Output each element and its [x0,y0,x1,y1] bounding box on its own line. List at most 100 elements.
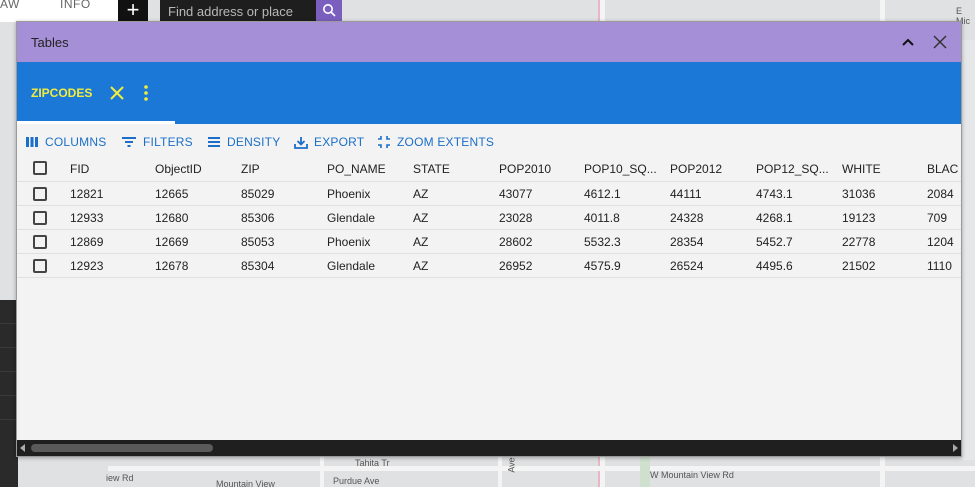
plus-icon: + [126,0,140,22]
table-row[interactable]: 12923 12678 85304 Glendale AZ 26952 4575… [17,254,961,278]
density-label: DENSITY [227,135,281,149]
scroll-right-arrow-icon[interactable] [953,444,958,452]
column-header-pop12-sqmi[interactable]: POP12_SQ... [756,156,836,182]
cell-po-name: Glendale [327,211,376,225]
table-row[interactable]: 12821 12665 85029 Phoenix AZ 43077 4612.… [17,182,961,206]
column-header-po-name[interactable]: PO_NAME [327,156,407,182]
cell-pop2010: 43077 [499,187,533,201]
filters-button[interactable]: FILTERS [121,134,193,150]
cell-pop2012: 28354 [670,235,704,249]
cell-state: AZ [413,235,429,249]
close-window-button[interactable] [931,33,949,51]
cell-white: 21502 [842,259,876,273]
column-header-objectid[interactable]: ObjectID [155,156,235,182]
search-input[interactable]: Find address or place [160,0,316,22]
cell-zip: 85053 [241,235,275,249]
close-tab-button[interactable] [109,85,125,101]
search-button[interactable] [316,0,342,22]
columns-label: COLUMNS [45,135,107,149]
cell-objectid: 12669 [155,235,189,249]
table-toolbar: COLUMNS FILTERS DENSITY EXPORT ZOOM EXTE… [17,124,961,156]
cell-pop12-sqmi: 4495.6 [756,259,793,273]
cell-pop10-sqmi: 5532.3 [584,235,621,249]
window-title-bar[interactable]: Tables [17,22,961,62]
cell-state: AZ [413,259,429,273]
zoom-extents-icon [378,136,390,148]
cell-fid: 12869 [70,235,104,249]
cell-po-name: Phoenix [327,187,371,201]
map-label: Purdue Ave [333,476,380,486]
table-row[interactable]: 12933 12680 85306 Glendale AZ 23028 4011… [17,206,961,230]
export-button[interactable]: EXPORT [294,134,364,150]
tab-info[interactable]: INFO [60,0,91,11]
zoom-extents-button[interactable]: ZOOM EXTENTS [377,134,494,150]
close-icon [933,35,947,49]
cell-white: 22778 [842,235,876,249]
column-header-white[interactable]: WHITE [842,156,922,182]
filters-label: FILTERS [143,135,193,149]
cell-zip: 85029 [241,187,275,201]
density-icon [208,137,220,147]
tab-label: ZIPCODES [31,86,93,100]
cell-pop2012: 26524 [670,259,704,273]
cell-white: 19123 [842,211,876,225]
columns-icon [26,137,38,147]
cell-white: 31036 [842,187,876,201]
columns-button[interactable]: COLUMNS [25,134,106,150]
scrollbar-thumb[interactable] [31,444,213,452]
cell-pop10-sqmi: 4612.1 [584,187,621,201]
cell-pop10-sqmi: 4011.8 [584,211,620,225]
row-checkbox[interactable] [33,211,47,225]
cell-fid: 12933 [70,211,104,225]
cell-objectid: 12680 [155,211,189,225]
column-header-pop2010[interactable]: POP2010 [499,156,579,182]
download-icon [294,136,308,149]
cell-zip: 85306 [241,211,275,225]
cell-pop12-sqmi: 5452.7 [756,235,793,249]
tab-options-button[interactable] [141,84,151,102]
cell-pop2010: 26952 [499,259,533,273]
density-button[interactable]: DENSITY [207,134,280,150]
column-header-zip[interactable]: ZIP [241,156,321,182]
tab-draw[interactable]: AW [0,0,20,11]
column-header-pop2012[interactable]: POP2012 [670,156,750,182]
row-checkbox[interactable] [33,259,47,273]
column-header-pop10-sqmi[interactable]: POP10_SQ... [584,156,664,182]
close-icon [110,86,124,100]
cell-zip: 85304 [241,259,275,273]
cell-fid: 12821 [70,187,104,201]
column-header-state[interactable]: STATE [413,156,493,182]
map-label: W Mountain View Rd [650,470,734,480]
table-tab-bar: ZIPCODES [17,62,961,124]
map-label: iew Rd [106,473,134,483]
collapse-button[interactable] [899,33,917,51]
tab-zipcodes[interactable]: ZIPCODES [17,62,175,124]
table-header-row: FID ObjectID ZIP PO_NAME STATE POP2010 P… [17,156,961,182]
cell-objectid: 12665 [155,187,189,201]
cell-black: 709 [927,211,948,225]
horizontal-scrollbar[interactable] [17,440,961,456]
cell-pop2012: 44111 [670,187,702,201]
map-label: Tahita Tr [355,458,390,468]
select-all-checkbox[interactable] [33,161,47,175]
export-label: EXPORT [314,135,365,149]
cell-pop12-sqmi: 4268.1 [756,211,793,225]
row-checkbox[interactable] [33,235,47,249]
add-button[interactable]: + [118,0,148,22]
cell-state: AZ [413,211,429,225]
scroll-left-arrow-icon[interactable] [20,444,25,452]
cell-black: 1204 [927,235,954,249]
cell-black: 2084 [927,187,954,201]
window-title: Tables [31,35,69,50]
table-row[interactable]: 12869 12669 85053 Phoenix AZ 28602 5532.… [17,230,961,254]
map-label: Mountain View [216,479,275,487]
column-header-black[interactable]: BLAC [927,156,961,182]
cell-po-name: Glendale [327,259,376,273]
search-icon [323,4,336,17]
row-checkbox[interactable] [33,187,47,201]
cell-fid: 12923 [70,259,104,273]
cell-pop12-sqmi: 4743.1 [756,187,793,201]
column-header-fid[interactable]: FID [70,156,150,182]
data-grid: FID ObjectID ZIP PO_NAME STATE POP2010 P… [17,156,961,440]
zoom-extents-label: ZOOM EXTENTS [397,135,495,149]
